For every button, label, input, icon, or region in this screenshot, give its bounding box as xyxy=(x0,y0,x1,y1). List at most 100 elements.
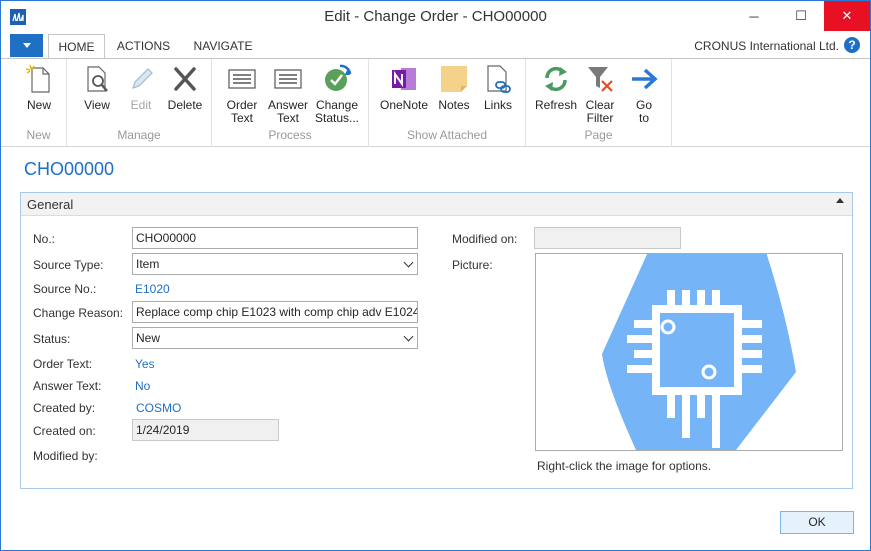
order-text-label-1: Order xyxy=(226,98,258,112)
links-label: Links xyxy=(483,98,512,112)
picture-hint: Right-click the image for options. xyxy=(537,459,712,473)
created-by-label: Created by: xyxy=(33,401,96,415)
application-menu-button[interactable] xyxy=(10,34,43,57)
group-label-show-attached: Show Attached xyxy=(406,128,488,142)
page-title: CHO00000 xyxy=(24,159,115,179)
refresh-label: Refresh xyxy=(534,98,578,112)
created-on-label: Created on: xyxy=(33,424,96,438)
source-type-select[interactable]: Item xyxy=(132,253,418,275)
source-type-label: Source Type: xyxy=(33,258,104,272)
new-button[interactable]: New xyxy=(17,63,61,112)
change-reason-field[interactable]: Replace comp chip E1023 with comp chip a… xyxy=(132,301,418,323)
refresh-icon xyxy=(540,63,572,95)
change-status-button[interactable]: Change Status... xyxy=(312,63,362,125)
goto-icon xyxy=(628,63,660,95)
ribbon-tab-bar: HOME ACTIONS NAVIGATE CRONUS Internation… xyxy=(1,34,870,59)
clear-filter-icon xyxy=(584,63,616,95)
notes-button[interactable]: Notes xyxy=(433,63,475,112)
maximize-button[interactable]: ☐ xyxy=(778,1,824,31)
title-bar: Edit - Change Order - CHO00000 ─ ☐ ✕ xyxy=(1,1,870,32)
goto-button[interactable]: Go to xyxy=(624,63,664,125)
group-label-new: New xyxy=(26,128,51,142)
onenote-button[interactable]: OneNote xyxy=(377,63,431,112)
no-label: No.: xyxy=(33,232,56,246)
source-no-link[interactable]: E1020 xyxy=(135,282,170,296)
status-select[interactable]: New xyxy=(132,327,418,349)
chevron-down-icon xyxy=(403,331,414,342)
fasttab-header[interactable]: General xyxy=(21,193,852,216)
edit-label: Edit xyxy=(130,98,152,112)
modified-on-field[interactable] xyxy=(534,227,681,249)
group-label-manage: Manage xyxy=(117,128,161,142)
close-button[interactable]: ✕ xyxy=(824,1,870,31)
new-label: New xyxy=(26,98,51,112)
picture-label: Picture: xyxy=(452,258,493,272)
change-status-icon xyxy=(321,63,353,95)
delete-icon xyxy=(169,63,201,95)
onenote-label: OneNote xyxy=(379,98,429,112)
refresh-button[interactable]: Refresh xyxy=(532,63,580,112)
picture-box[interactable] xyxy=(535,253,843,451)
clear-filter-label-2: Filter xyxy=(586,111,614,125)
source-no-label: Source No.: xyxy=(33,282,97,296)
order-text-button[interactable]: Order Text xyxy=(220,63,264,125)
clear-filter-button[interactable]: Clear Filter xyxy=(580,63,620,125)
ribbon-group-new: New New xyxy=(11,59,67,147)
change-reason-label: Change Reason: xyxy=(33,306,124,320)
modified-by-label: Modified by: xyxy=(33,449,98,463)
order-text-icon xyxy=(226,63,258,95)
tab-actions[interactable]: ACTIONS xyxy=(111,34,176,58)
status-value: New xyxy=(136,331,161,345)
onenote-icon xyxy=(388,63,420,95)
view-label: View xyxy=(84,98,110,112)
order-text-label-2: Text xyxy=(230,111,253,125)
notes-label: Notes xyxy=(438,98,470,112)
fasttab-title: General xyxy=(27,197,74,212)
dialog-window: Edit - Change Order - CHO00000 ─ ☐ ✕ HOM… xyxy=(0,0,871,551)
edit-button[interactable]: Edit xyxy=(119,63,163,112)
change-status-label-1: Change xyxy=(315,98,359,112)
status-label: Status: xyxy=(33,332,71,346)
created-by-value[interactable]: COSMO xyxy=(136,401,181,415)
circuit-chip-image xyxy=(602,254,796,450)
ok-button[interactable]: OK xyxy=(780,511,854,534)
order-text-field-label: Order Text: xyxy=(33,357,93,371)
view-button[interactable]: View xyxy=(75,63,119,112)
modified-on-label: Modified on: xyxy=(452,232,518,246)
goto-label-2: to xyxy=(638,111,649,125)
ribbon-group-manage: View Edit Delete Manage xyxy=(67,59,212,147)
created-on-field[interactable]: 1/24/2019 xyxy=(132,419,279,441)
links-icon xyxy=(482,63,514,95)
dropdown-arrow-icon xyxy=(22,43,31,48)
source-type-value: Item xyxy=(136,257,160,271)
answer-text-label-1: Answer xyxy=(267,98,308,112)
no-field[interactable]: CHO00000 xyxy=(132,227,418,249)
tab-navigate[interactable]: NAVIGATE xyxy=(186,34,260,58)
group-label-page: Page xyxy=(584,128,613,142)
answer-text-icon xyxy=(272,63,304,95)
group-label-process: Process xyxy=(268,128,312,142)
goto-label-1: Go xyxy=(635,98,652,112)
answer-text-field-label: Answer Text: xyxy=(33,379,102,393)
new-icon xyxy=(23,63,55,95)
answer-text-button[interactable]: Answer Text xyxy=(266,63,310,125)
ribbon: New New View Edit Delete Manage Order Te… xyxy=(1,58,870,147)
company-name: CRONUS International Ltd. xyxy=(694,39,839,53)
notes-icon xyxy=(438,63,470,95)
clear-filter-label-1: Clear xyxy=(585,98,615,112)
delete-button[interactable]: Delete xyxy=(163,63,207,112)
chevron-down-icon xyxy=(403,257,414,268)
answer-text-label-2: Text xyxy=(276,111,299,125)
change-status-label-2: Status... xyxy=(314,111,360,125)
order-text-value[interactable]: Yes xyxy=(135,357,155,371)
minimize-button[interactable]: ─ xyxy=(731,1,777,31)
ribbon-group-show-attached: OneNote Notes Links Show Attached xyxy=(369,59,526,147)
tab-home[interactable]: HOME xyxy=(48,34,105,59)
answer-text-value[interactable]: No xyxy=(135,379,150,393)
collapse-chevron-icon[interactable] xyxy=(836,198,844,203)
help-icon[interactable]: ? xyxy=(844,37,860,53)
view-icon xyxy=(81,63,113,95)
links-button[interactable]: Links xyxy=(477,63,519,112)
edit-icon xyxy=(125,63,157,95)
delete-label: Delete xyxy=(167,98,203,112)
